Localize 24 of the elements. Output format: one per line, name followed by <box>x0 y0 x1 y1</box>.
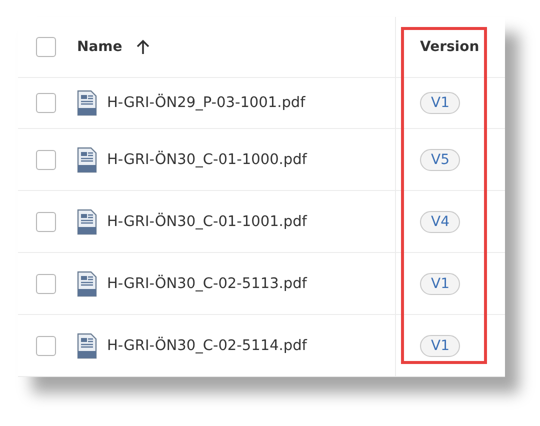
version-badge[interactable]: V1 <box>420 334 460 356</box>
file-name[interactable]: H-GRI-ÖN29_P-03-1001.pdf <box>107 95 306 111</box>
column-header[interactable]: Name <box>77 39 122 55</box>
pdf-file-icon <box>77 146 97 172</box>
pdf-file-icon <box>77 332 97 358</box>
row-checkbox[interactable] <box>36 274 56 294</box>
file-name[interactable]: H-GRI-ÖN30_C-01-1001.pdf <box>107 214 307 230</box>
pdf-file-icon <box>77 270 97 296</box>
version-badge[interactable]: V5 <box>420 148 460 170</box>
file-name[interactable]: H-GRI-ÖN30_C-02-5113.pdf <box>107 276 307 292</box>
version-badge[interactable]: V1 <box>420 92 460 114</box>
select-all-checkbox[interactable] <box>36 37 56 57</box>
version-badge[interactable]: V1 <box>420 272 460 294</box>
row-checkbox[interactable] <box>36 150 56 170</box>
column-header[interactable]: Version <box>420 39 480 55</box>
pdf-file-icon <box>77 90 97 116</box>
file-name[interactable]: H-GRI-ÖN30_C-01-1000.pdf <box>107 152 307 168</box>
row-checkbox[interactable] <box>36 93 56 113</box>
version-badge[interactable]: V4 <box>420 210 460 232</box>
file-name[interactable]: H-GRI-ÖN30_C-02-5114.pdf <box>107 338 307 354</box>
pdf-file-icon <box>77 208 97 234</box>
row-checkbox[interactable] <box>36 336 56 356</box>
row-checkbox[interactable] <box>36 212 56 232</box>
sort-arrow-icon[interactable] <box>136 39 150 55</box>
